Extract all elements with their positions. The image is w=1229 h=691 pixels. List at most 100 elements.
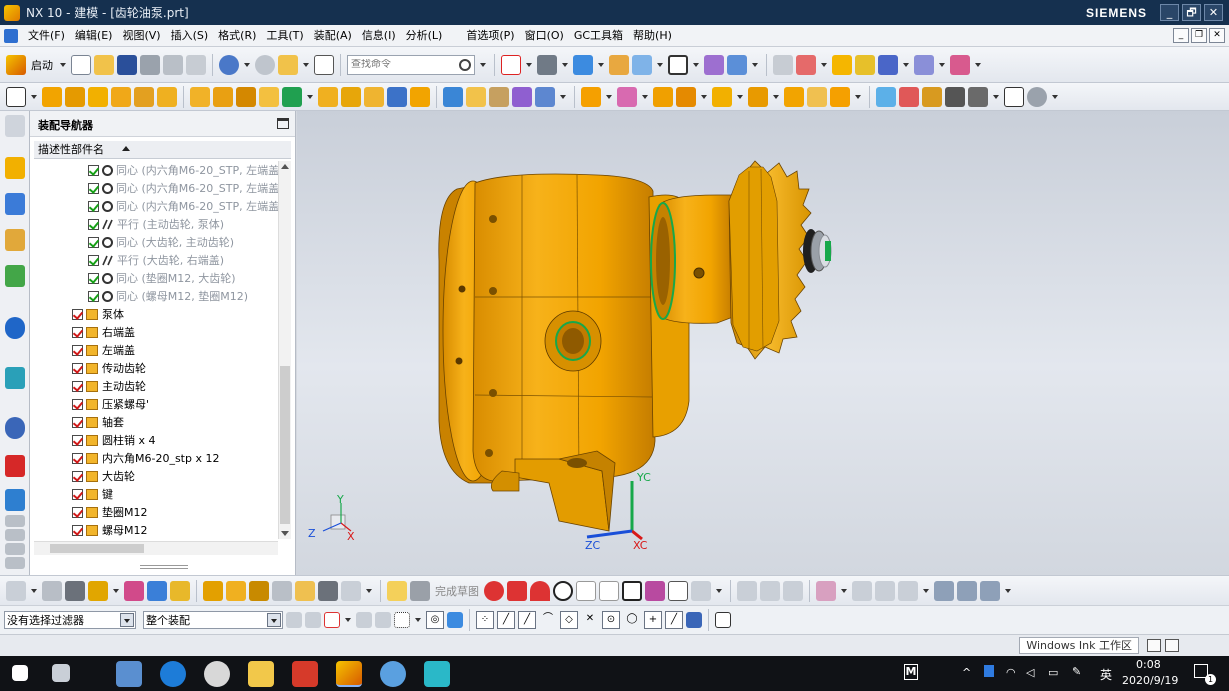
snap-endpoint-icon[interactable]: ◎: [426, 611, 444, 629]
checkbox[interactable]: [88, 290, 99, 302]
chevron-down-icon[interactable]: [120, 613, 134, 627]
tree-constraint-row[interactable]: 平行 (大齿轮, 右端盖): [34, 251, 278, 269]
task-view-icon[interactable]: [52, 664, 70, 682]
command-finder[interactable]: [347, 54, 475, 75]
search-dropdown-icon[interactable]: [480, 62, 486, 67]
chamfer-sketch-icon[interactable]: [599, 580, 619, 601]
restore-button[interactable]: 🗗: [1182, 4, 1201, 21]
tree-part-row[interactable]: 右端盖: [34, 323, 278, 341]
line-icon[interactable]: [507, 580, 527, 601]
ime-m-indicator[interactable]: M: [904, 664, 918, 680]
menu-insert[interactable]: 插入(S): [166, 25, 214, 47]
tool-app-icon[interactable]: [424, 661, 450, 687]
new-file-icon[interactable]: [71, 54, 91, 75]
menu-format[interactable]: 格式(R): [213, 25, 261, 47]
tree-constraint-row[interactable]: 同心 (内六角M6-20_STP, 左端盖: [34, 197, 278, 215]
alternate-solution-icon[interactable]: [980, 580, 1000, 601]
auto-constrain-icon[interactable]: [875, 580, 895, 601]
copy-icon[interactable]: [163, 54, 183, 75]
product-interface-icon[interactable]: [922, 86, 942, 107]
arc-icon[interactable]: [530, 580, 550, 601]
volume-icon[interactable]: ◁: [1026, 666, 1034, 679]
scroll-down-icon[interactable]: [5, 557, 25, 569]
move-dropdown-icon[interactable]: [903, 62, 909, 67]
show-hide-icon[interactable]: [832, 54, 852, 75]
rectangle-icon[interactable]: [622, 580, 642, 601]
gear-icon[interactable]: [5, 115, 25, 137]
animate-dimension-icon[interactable]: [934, 580, 954, 601]
tree-part-row[interactable]: 左端盖: [34, 341, 278, 359]
view-dropdown-icon[interactable]: [366, 588, 372, 593]
cone-icon[interactable]: [134, 86, 154, 107]
model-view[interactable]: Y X Z YC XC ZC: [297, 111, 1229, 575]
tree-part-row[interactable]: 圆柱销 x 4: [34, 431, 278, 449]
component-array-icon[interactable]: [653, 86, 673, 107]
dimension-dropdown-icon[interactable]: [975, 62, 981, 67]
snap-line2-icon[interactable]: ╱: [518, 611, 536, 629]
wave-dropdown-icon[interactable]: [773, 94, 779, 99]
panel-resize-grip[interactable]: [140, 565, 188, 569]
measure-icon[interactable]: [914, 54, 934, 75]
close-button[interactable]: ✕: [1204, 4, 1223, 21]
point-icon[interactable]: [668, 580, 688, 601]
offset-face-icon[interactable]: [466, 86, 486, 107]
sketch-task-icon[interactable]: [387, 580, 407, 601]
vertical-scroll-thumb[interactable]: [280, 366, 290, 524]
background-color-icon[interactable]: [668, 54, 688, 75]
tree-constraint-row[interactable]: 平行 (主动齿轮, 泵体): [34, 215, 278, 233]
rapid-dimension-icon[interactable]: [816, 580, 836, 601]
navigator-vertical-scrollbar[interactable]: [278, 161, 291, 539]
snap-center-icon[interactable]: ⊙: [602, 611, 620, 629]
interference-icon[interactable]: [784, 86, 804, 107]
clearance-icon[interactable]: [830, 86, 850, 107]
replace-dropdown-icon[interactable]: [113, 588, 119, 593]
tree-part-row[interactable]: 泵体: [34, 305, 278, 323]
offset-curve-icon[interactable]: [691, 580, 711, 601]
pattern-icon[interactable]: [512, 86, 532, 107]
rectangle-dropdown-icon[interactable]: [415, 618, 421, 622]
checkbox[interactable]: [72, 344, 83, 356]
orient-dropdown-icon[interactable]: [598, 62, 604, 67]
render-style-icon[interactable]: [537, 54, 557, 75]
sequence-icon[interactable]: [807, 86, 827, 107]
geometric-constraint-icon[interactable]: [852, 580, 872, 601]
select-command-icon[interactable]: [314, 54, 334, 75]
new-component-icon[interactable]: [617, 86, 637, 107]
undo-dropdown-icon[interactable]: [244, 62, 250, 67]
redo-icon[interactable]: [255, 54, 275, 75]
language-indicator[interactable]: 英: [1100, 666, 1112, 683]
tree-part-row[interactable]: 主动齿轮: [34, 377, 278, 395]
part-family-icon[interactable]: [899, 86, 919, 107]
selection-scope-select[interactable]: 整个装配: [143, 611, 283, 629]
clock-date[interactable]: 2020/9/19: [1122, 674, 1178, 687]
boss-icon[interactable]: [213, 86, 233, 107]
tree-constraint-row[interactable]: 同心 (内六角M6-20_STP, 左端盖: [34, 161, 278, 179]
filter-reset-icon[interactable]: [286, 612, 302, 628]
hole-icon[interactable]: [190, 86, 210, 107]
quick-trim-icon[interactable]: [737, 580, 757, 601]
start-icon[interactable]: [6, 54, 26, 75]
start-label[interactable]: 启动: [31, 57, 53, 73]
checkbox[interactable]: [72, 326, 83, 338]
shell-icon[interactable]: [364, 86, 384, 107]
snap-dropdown-icon[interactable]: [752, 62, 758, 67]
convert-reference-icon[interactable]: [957, 580, 977, 601]
thicken-icon[interactable]: [489, 86, 509, 107]
pump-body[interactable]: [455, 173, 656, 482]
add-component-icon[interactable]: [581, 86, 601, 107]
battery-icon[interactable]: ▭: [1048, 666, 1058, 679]
type-filter-select[interactable]: 没有选择过滤器: [4, 611, 136, 629]
component-group-icon[interactable]: [272, 580, 292, 601]
allow-selection-icon[interactable]: [356, 612, 372, 628]
snap-curve-icon[interactable]: ⌒: [539, 611, 557, 629]
window-icon[interactable]: [278, 54, 298, 75]
doc-minimize-button[interactable]: _: [1173, 28, 1189, 43]
app-explorer-icon[interactable]: [116, 661, 142, 687]
wcs-icon[interactable]: [704, 54, 724, 75]
menu-assemblies[interactable]: 装配(A): [309, 25, 357, 47]
checkbox[interactable]: [72, 362, 83, 374]
unite-dropdown-icon[interactable]: [307, 94, 313, 99]
network-icon[interactable]: ◠: [1006, 666, 1016, 679]
tree-part-row[interactable]: 螺母M12: [34, 521, 278, 539]
menu-tools[interactable]: 工具(T): [261, 25, 308, 47]
